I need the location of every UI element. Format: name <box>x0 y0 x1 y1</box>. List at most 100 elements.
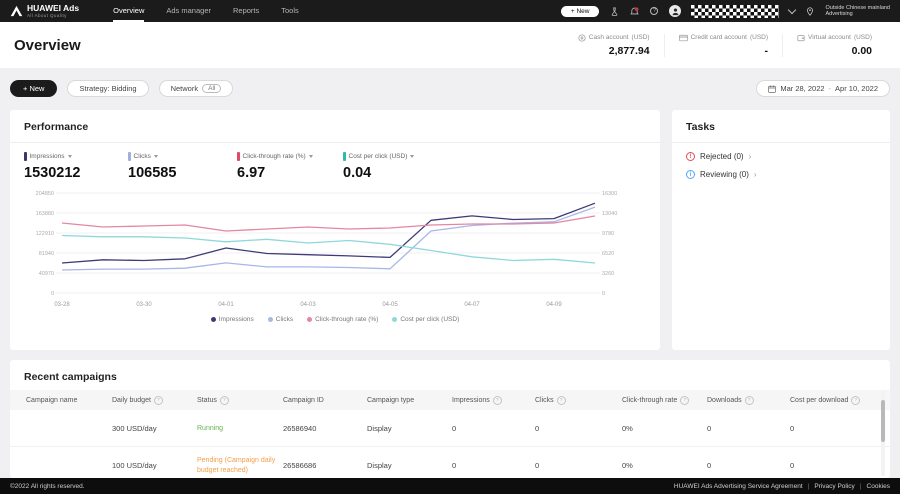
tasks-title: Tasks <box>672 110 890 142</box>
svg-text:03-30: 03-30 <box>136 302 152 308</box>
top-navigation: Overview Ads manager Reports Tools <box>113 0 299 22</box>
info-icon[interactable] <box>554 396 566 405</box>
chart-legend: Impressions Clicks Click-through rate (%) C… <box>10 316 660 323</box>
flask-icon[interactable] <box>609 6 619 16</box>
caret-down-icon <box>309 155 313 158</box>
account-balances: Cash account (USD) 2,877.94 Credit card … <box>564 34 886 57</box>
metric-cpc-selector[interactable]: Cost per click (USD) <box>343 152 414 161</box>
notifications-icon[interactable] <box>629 6 639 16</box>
legend-item[interactable]: Click-through rate (%) <box>307 316 378 323</box>
info-icon[interactable] <box>848 396 860 405</box>
task-rejected[interactable]: ! Rejected (0) › <box>672 143 890 161</box>
legend-dot <box>211 317 216 322</box>
legend-label: Cost per click (USD) <box>400 316 459 323</box>
date-range-picker[interactable]: Mar 28, 2022 - Apr 10, 2022 <box>756 80 890 97</box>
svg-text:04-05: 04-05 <box>382 302 398 308</box>
metric-clicks: Clicks 106585 <box>128 152 176 181</box>
svg-text:81940: 81940 <box>39 251 54 257</box>
footer-link-agreement[interactable]: HUAWEI Ads Advertising Service Agreement <box>674 483 803 490</box>
legend-item[interactable]: Clicks <box>268 316 293 323</box>
legend-label: Clicks <box>276 316 293 323</box>
metric-clicks-selector[interactable]: Clicks <box>128 152 176 161</box>
table-header-row: Campaign name Daily budget Status Campai… <box>10 390 890 410</box>
nav-reports[interactable]: Reports <box>233 0 259 22</box>
status-badge: Running <box>197 425 223 432</box>
footer-link-privacy[interactable]: Privacy Policy <box>814 483 854 490</box>
credit-card-account-value: - <box>679 45 768 57</box>
table-scrollbar <box>881 390 885 476</box>
info-icon[interactable] <box>151 396 163 405</box>
caret-down-icon <box>154 155 158 158</box>
topbar-new-button[interactable]: + New <box>561 6 600 17</box>
svg-text:122910: 122910 <box>36 231 54 237</box>
svg-text:9780: 9780 <box>602 231 614 237</box>
recent-campaigns-title: Recent campaigns <box>10 360 890 392</box>
task-reviewing[interactable]: i Reviewing (0) › <box>672 161 890 179</box>
calendar-icon <box>768 85 776 93</box>
col-status: Status <box>197 396 283 405</box>
table-scrollbar-thumb[interactable] <box>881 400 885 442</box>
tasks-panel: Tasks ! Rejected (0) › i Reviewing (0) › <box>672 110 890 350</box>
top-navbar: HUAWEI Ads All About Quality Overview Ad… <box>0 0 900 22</box>
svg-text:40970: 40970 <box>39 271 54 277</box>
series-line <box>62 236 595 264</box>
virtual-account-value: 0.00 <box>797 45 872 57</box>
svg-text:0: 0 <box>51 291 54 297</box>
cash-account: Cash account (USD) 2,877.94 <box>564 34 664 57</box>
legend-item[interactable]: Cost per click (USD) <box>392 316 459 323</box>
date-start: Mar 28, 2022 <box>780 84 824 93</box>
col-downloads: Downloads <box>707 396 790 405</box>
svg-text:204850: 204850 <box>36 191 54 197</box>
help-icon[interactable]: ? <box>649 6 659 16</box>
info-icon[interactable] <box>742 396 754 405</box>
caret-down-icon <box>68 155 72 158</box>
rejected-alert-icon: ! <box>686 152 695 161</box>
table-row[interactable]: 300 USD/day Running 26586940 Display 0 0… <box>10 410 890 447</box>
strategy-filter[interactable]: Strategy: Bidding <box>67 80 148 97</box>
virtual-account-icon <box>797 34 805 42</box>
nav-overview[interactable]: Overview <box>113 0 144 22</box>
performance-title: Performance <box>10 110 660 142</box>
cash-icon <box>578 34 586 42</box>
col-daily-budget: Daily budget <box>112 396 197 405</box>
legend-dot <box>307 317 312 322</box>
network-filter[interactable]: Network All <box>159 80 234 97</box>
brand: HUAWEI Ads All About Quality <box>10 4 79 18</box>
col-campaign-type: Campaign type <box>367 397 452 404</box>
recent-campaigns-panel: Recent campaigns Campaign name Daily bud… <box>10 360 890 478</box>
metric-ctr-selector[interactable]: Click-through rate (%) <box>237 152 313 161</box>
svg-text:0: 0 <box>602 291 605 297</box>
col-campaign-id: Campaign ID <box>283 397 367 404</box>
svg-text:04-01: 04-01 <box>218 302 234 308</box>
footer-link-cookies[interactable]: Cookies <box>867 483 890 490</box>
svg-text:163880: 163880 <box>36 211 54 217</box>
page-header: Overview Cash account (USD) 2,877.94 Cre… <box>0 22 900 68</box>
svg-text:04-09: 04-09 <box>546 302 562 308</box>
chevron-down-icon[interactable] <box>788 5 796 13</box>
metric-ctr: Click-through rate (%) 6.97 <box>237 152 313 181</box>
account-name-redacted[interactable] <box>691 5 779 18</box>
new-campaign-button[interactable]: + New <box>10 80 57 97</box>
credit-card-account: Credit card account (USD) - <box>664 34 782 57</box>
metric-impressions-selector[interactable]: Impressions <box>24 152 80 161</box>
status-badge: Pending (Campaign daily budget reached) <box>197 457 275 475</box>
info-icon[interactable] <box>677 396 689 405</box>
performance-line-chart: 2048501630016388013040122910978081940652… <box>10 184 660 316</box>
nav-ads-manager[interactable]: Ads manager <box>166 0 211 22</box>
col-ctr: Click-through rate <box>622 396 707 405</box>
info-icon[interactable] <box>217 396 229 405</box>
svg-text:16300: 16300 <box>602 191 617 197</box>
legend-label: Impressions <box>219 316 254 323</box>
svg-text:04-07: 04-07 <box>464 302 480 308</box>
legend-dot <box>392 317 397 322</box>
svg-text:13040: 13040 <box>602 211 617 217</box>
legend-item[interactable]: Impressions <box>211 316 254 323</box>
metric-impressions: Impressions 1530212 <box>24 152 80 181</box>
reviewing-info-icon: i <box>686 170 695 179</box>
filter-toolbar: + New Strategy: Bidding Network All Mar … <box>10 80 890 97</box>
avatar[interactable] <box>669 5 681 17</box>
info-icon[interactable] <box>490 396 502 405</box>
legend-label: Click-through rate (%) <box>315 316 378 323</box>
huawei-ads-logo <box>10 5 23 17</box>
nav-tools[interactable]: Tools <box>281 0 299 22</box>
